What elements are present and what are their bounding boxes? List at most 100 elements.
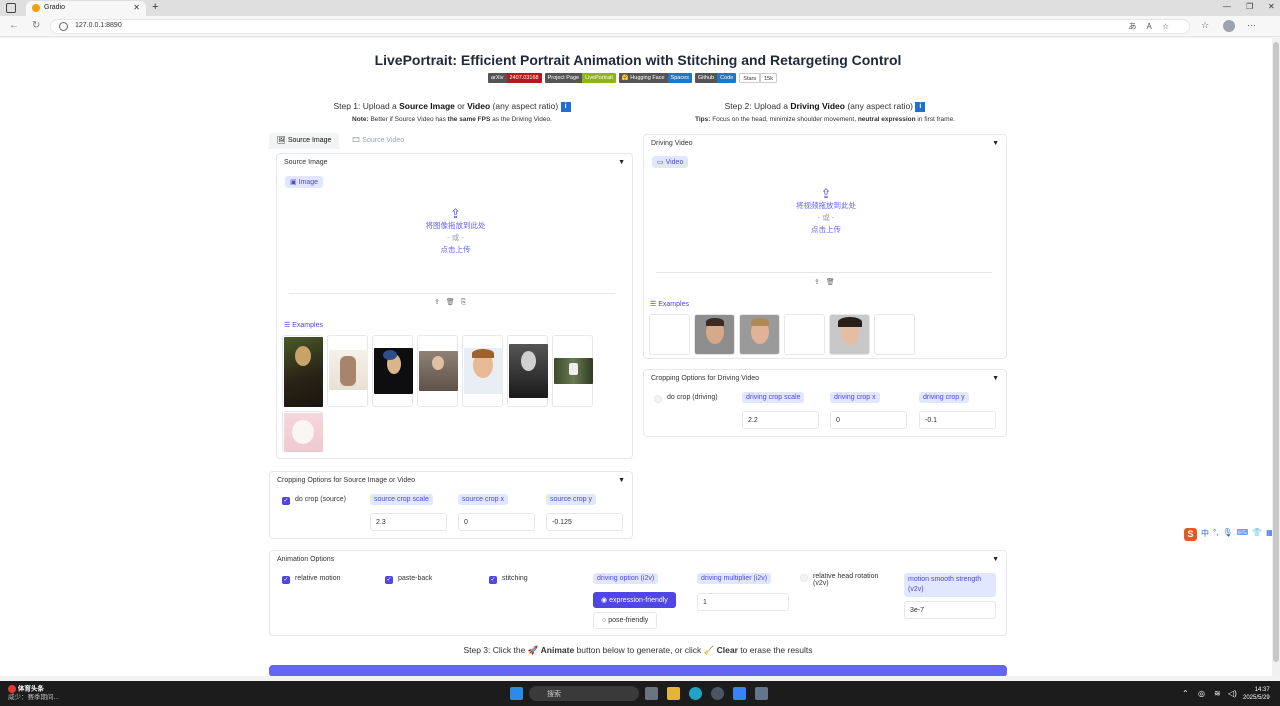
ime-keyboard-icon[interactable]: ⌨ <box>1237 528 1249 541</box>
github-stars-badge[interactable]: Stars 15k <box>739 73 777 83</box>
badge-left: Stars <box>739 73 761 83</box>
minimize-button[interactable]: — <box>1223 2 1231 11</box>
image-tool-icons[interactable]: ⇪🗑⎘ <box>434 298 472 307</box>
example-thumbnail[interactable] <box>649 314 690 355</box>
new-tab-button[interactable]: + <box>152 1 158 13</box>
ime-skin-icon[interactable]: 👕 <box>1252 528 1262 541</box>
expression-friendly-radio[interactable]: ◉ expression-friendly <box>593 592 676 608</box>
file-explorer-icon[interactable] <box>667 687 680 700</box>
tray-icon[interactable]: ◎ <box>1198 689 1205 698</box>
panel-header[interactable]: Animation Options <box>277 556 334 563</box>
address-actions-icons[interactable]: あA☆ <box>1128 21 1179 32</box>
checkbox-box[interactable]: ✓ <box>385 576 393 584</box>
hugging-face-badge[interactable]: 🤗 Hugging Face Spaces <box>618 73 692 83</box>
example-thumbnail[interactable] <box>739 314 780 355</box>
page-scrollbar[interactable] <box>1272 38 1280 676</box>
volume-icon[interactable]: ◁) <box>1228 689 1237 698</box>
source-crop-x-input[interactable]: 0 <box>458 513 535 531</box>
collapse-triangle-icon[interactable]: ▼ <box>992 556 999 563</box>
example-thumbnail[interactable] <box>417 335 458 407</box>
profile-avatar[interactable] <box>1223 20 1235 32</box>
refresh-icon[interactable]: ↻ <box>32 20 40 31</box>
upload-or: - 或 - <box>817 213 835 222</box>
collapse-triangle-icon[interactable]: ▼ <box>618 477 625 484</box>
badge-right: Spaces <box>667 73 692 83</box>
example-thumbnail[interactable] <box>372 335 413 407</box>
motion-smooth-strength-input[interactable]: 3e-7 <box>904 601 996 619</box>
example-thumbnail[interactable] <box>462 335 503 407</box>
windows-start-icon[interactable] <box>510 687 523 700</box>
restore-button[interactable]: ❐ <box>1246 2 1253 11</box>
tab-source-video[interactable]: 🎞 Source Video <box>343 133 412 149</box>
task-view-icon[interactable] <box>645 687 658 700</box>
example-thumbnail[interactable] <box>874 314 915 355</box>
app-icon[interactable] <box>733 687 746 700</box>
stitching-checkbox[interactable]: ✓ stitching <box>489 575 528 584</box>
image-upload-dropzone[interactable]: ⇪ 将图像拖放到此处 - 或 - 点击上传 <box>277 207 634 256</box>
ime-punct-icon[interactable]: °, <box>1213 528 1218 541</box>
arxiv-badge[interactable]: arXiv 2407.03168 <box>488 73 542 83</box>
taskbar-search[interactable]: 搜索 <box>529 686 639 701</box>
example-thumbnail[interactable] <box>327 335 368 407</box>
collapse-triangle-icon[interactable]: ▼ <box>992 140 999 147</box>
sogou-ime-icon[interactable]: S <box>1184 528 1197 541</box>
checkbox-box[interactable]: ✓ <box>282 576 290 584</box>
news-widget[interactable]: 体育头条 威少：赛季期间... <box>8 685 59 702</box>
app-icon[interactable] <box>755 687 768 700</box>
ime-mic-icon[interactable]: 🎙 <box>1222 528 1232 541</box>
driving-crop-x-input[interactable]: 0 <box>830 411 907 429</box>
example-thumbnail[interactable] <box>282 411 323 452</box>
source-crop-y-input[interactable]: -0.125 <box>546 513 623 531</box>
do-crop-driving-checkbox[interactable]: do crop (driving) <box>654 394 718 403</box>
ime-language[interactable]: 中 <box>1201 528 1209 541</box>
video-upload-dropzone[interactable]: ⇪ 将视频拖放到此处 - 或 - 点击上传 <box>644 187 1008 236</box>
back-icon[interactable]: ← <box>9 20 19 31</box>
example-thumbnail[interactable] <box>694 314 735 355</box>
edge-icon[interactable] <box>689 687 702 700</box>
tray-expand-icon[interactable]: ⌃ <box>1182 689 1189 698</box>
panel-header[interactable]: Cropping Options for Driving Video <box>651 375 759 382</box>
project-page-badge[interactable]: Project Page LivePortrait <box>544 73 616 83</box>
browser-tab[interactable]: Gradio ✕ <box>26 1 146 16</box>
close-window-button[interactable]: ✕ <box>1268 2 1275 11</box>
video-tool-icons[interactable]: ⇪🗑 <box>814 278 841 286</box>
checkbox-box[interactable] <box>800 574 808 582</box>
collapse-triangle-icon[interactable]: ▼ <box>992 375 999 382</box>
panel-header[interactable]: Source Image <box>284 159 328 166</box>
panel-header[interactable]: Cropping Options for Source Image or Vid… <box>277 477 415 484</box>
example-thumbnail[interactable] <box>829 314 870 355</box>
url-field[interactable]: 127.0.0.1:8890 あA☆ <box>50 19 1190 34</box>
ime-toolbar[interactable]: S 中 °, 🎙 ⌨ 👕 ▦ <box>1184 528 1272 541</box>
favorites-icon[interactable]: ☆ <box>1201 20 1209 31</box>
site-info-icon[interactable] <box>59 22 68 31</box>
more-menu-icon[interactable]: ··· <box>1247 20 1256 30</box>
example-thumbnail[interactable] <box>552 335 593 407</box>
pose-friendly-radio[interactable]: ○ pose-friendly <box>593 612 658 629</box>
wifi-icon[interactable]: ≋ <box>1214 689 1221 698</box>
animate-button[interactable] <box>269 665 1007 676</box>
checkbox-box[interactable]: ✓ <box>282 497 290 505</box>
example-thumbnail[interactable] <box>282 335 323 407</box>
example-thumbnail[interactable] <box>784 314 825 355</box>
example-thumbnail[interactable] <box>507 335 548 407</box>
system-clock[interactable]: 14:37 2025/5/29 <box>1243 686 1270 702</box>
collapse-triangle-icon[interactable]: ▼ <box>618 159 625 166</box>
scroll-thumb[interactable] <box>1273 42 1279 662</box>
close-tab-icon[interactable]: ✕ <box>133 3 140 12</box>
driving-crop-scale-input[interactable]: 2.2 <box>742 411 819 429</box>
source-crop-scale-input[interactable]: 2.3 <box>370 513 447 531</box>
relative-head-rotation-checkbox[interactable]: relative head rotation (v2v) <box>800 573 895 587</box>
tab-actions-icon[interactable] <box>6 3 16 13</box>
do-crop-source-checkbox[interactable]: ✓ do crop (source) <box>282 496 346 505</box>
driving-multiplier-input[interactable]: 1 <box>697 593 789 611</box>
github-code-badge[interactable]: Github Code <box>694 73 737 83</box>
panel-header[interactable]: Driving Video <box>651 140 693 147</box>
checkbox-box[interactable] <box>654 395 662 403</box>
paste-back-checkbox[interactable]: ✓ paste-back <box>385 575 432 584</box>
checkbox-box[interactable]: ✓ <box>489 576 497 584</box>
driving-crop-y-input[interactable]: -0.1 <box>919 411 996 429</box>
relative-motion-checkbox[interactable]: ✓ relative motion <box>282 575 341 584</box>
url-text[interactable]: 127.0.0.1:8890 <box>75 22 122 29</box>
tab-source-image[interactable]: 🖼 Source Image <box>269 133 340 149</box>
app-icon[interactable] <box>711 687 724 700</box>
